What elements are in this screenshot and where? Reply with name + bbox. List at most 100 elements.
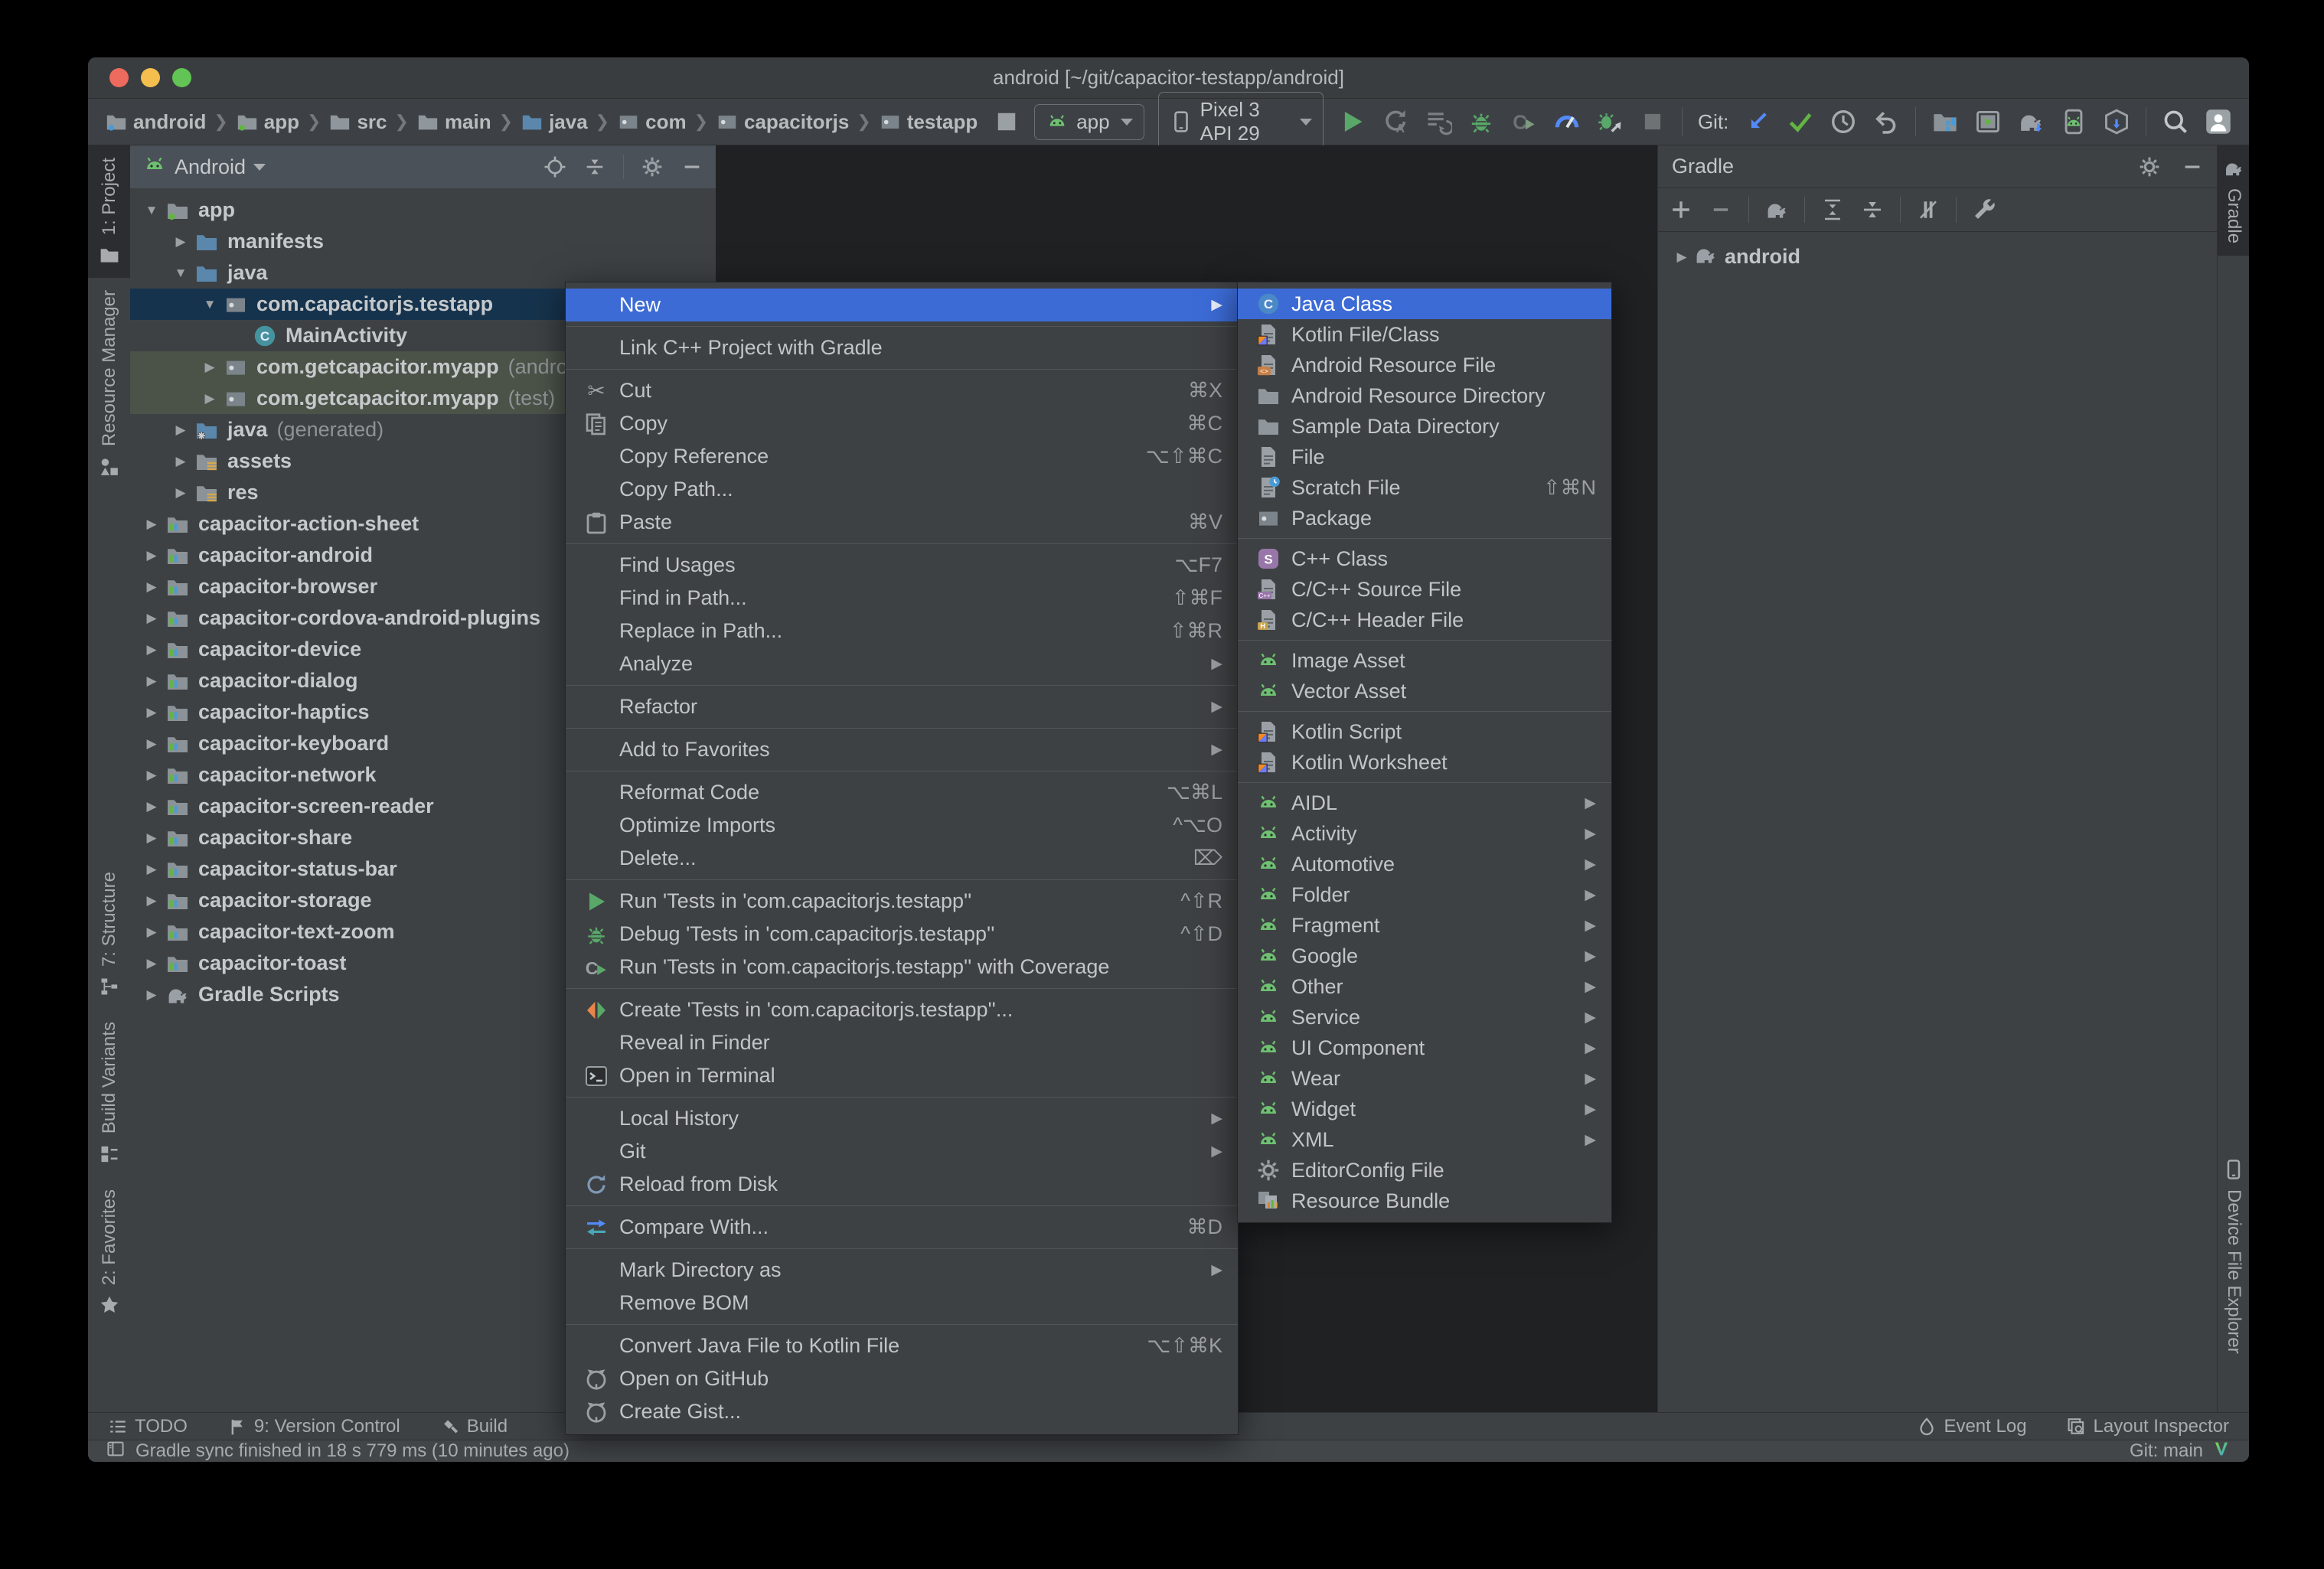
menu-item-java-class[interactable]: C Java Class	[1238, 289, 1611, 319]
expand-all-icon[interactable]	[1820, 197, 1845, 222]
gear-icon[interactable]	[2138, 155, 2161, 178]
tree-toggle-icon[interactable]: ▶	[138, 642, 165, 657]
lightning-icon[interactable]	[993, 108, 1020, 135]
menu-item-copy-reference[interactable]: Copy Reference ⌥⇧⌘C	[566, 440, 1238, 473]
menu-item-copy-path[interactable]: Copy Path...	[566, 473, 1238, 506]
apply-changes-icon[interactable]: A	[1382, 108, 1409, 135]
menu-item-reveal-in-finder[interactable]: Reveal in Finder	[566, 1026, 1238, 1059]
tree-toggle-icon[interactable]: ▶	[167, 234, 194, 250]
tool-window-button-resource-manager[interactable]: Resource Manager	[88, 278, 130, 489]
menu-item-delete[interactable]: Delete... ⌦	[566, 842, 1238, 875]
menu-item-google[interactable]: Google ▶	[1238, 941, 1611, 971]
menu-item-resource-bundle[interactable]: Resource Bundle	[1238, 1186, 1611, 1216]
menu-item-copy[interactable]: Copy ⌘C	[566, 407, 1238, 440]
menu-item-run-tests-in-com-capacitorjs-testapp[interactable]: Run 'Tests in 'com.capacitorjs.testapp''…	[566, 885, 1238, 918]
menu-item-open-in-terminal[interactable]: Open in Terminal	[566, 1059, 1238, 1092]
tool-window-button-device-file-explorer[interactable]: Device File Explorer	[2218, 1147, 2249, 1366]
menu-item-open-on-github[interactable]: Open on GitHub	[566, 1362, 1238, 1395]
breadcrumb-capacitorjs[interactable]: capacitorjs	[716, 110, 849, 134]
tree-toggle-icon[interactable]: ▶	[167, 422, 194, 438]
breadcrumb-main[interactable]: main	[416, 110, 491, 134]
menu-item-c-class[interactable]: S C++ Class	[1238, 543, 1611, 574]
menu-item-remove-bom[interactable]: Remove BOM	[566, 1287, 1238, 1319]
bottom-bar-event-log[interactable]: Event Log	[1917, 1416, 2027, 1437]
menu-item-automotive[interactable]: Automotive ▶	[1238, 849, 1611, 879]
menu-item-c-c-source-file[interactable]: C++ C/C++ Source File	[1238, 574, 1611, 605]
tree-toggle-icon[interactable]: ▶	[138, 893, 165, 908]
menu-item-cut[interactable]: ✂ Cut ⌘X	[566, 374, 1238, 407]
menu-item-activity[interactable]: Activity ▶	[1238, 818, 1611, 849]
tool-windows-icon[interactable]	[106, 1440, 125, 1463]
toggle-offline-icon[interactable]	[1916, 197, 1940, 222]
menu-item-other[interactable]: Other ▶	[1238, 971, 1611, 1002]
menu-item-compare-with[interactable]: Compare With... ⌘D	[566, 1211, 1238, 1244]
tree-toggle-icon[interactable]: ▼	[167, 266, 194, 281]
tool-window-button-build-variants[interactable]: Build Variants	[88, 1010, 130, 1176]
debug-icon[interactable]	[1467, 108, 1495, 135]
tree-toggle-icon[interactable]: ▶	[138, 830, 165, 846]
menu-item-find-in-path[interactable]: Find in Path... ⇧⌘F	[566, 582, 1238, 615]
menu-item-optimize-imports[interactable]: Optimize Imports ^⌥O	[566, 809, 1238, 842]
tree-toggle-icon[interactable]: ▶	[138, 987, 165, 1003]
breadcrumb-android[interactable]: android	[105, 110, 206, 134]
sdk-manager-icon[interactable]	[2103, 108, 2130, 135]
run-icon[interactable]	[1339, 108, 1366, 135]
menu-item-ui-component[interactable]: UI Component ▶	[1238, 1032, 1611, 1063]
gradle-sync-icon[interactable]	[2017, 108, 2045, 135]
tool-window-button-7-structure[interactable]: 7: Structure	[88, 860, 130, 1010]
menu-item-mark-directory-as[interactable]: Mark Directory as ▶	[566, 1254, 1238, 1287]
minimize-icon[interactable]	[2181, 155, 2204, 178]
menu-item-kotlin-script[interactable]: Kotlin Script	[1238, 716, 1611, 747]
menu-item-xml[interactable]: XML ▶	[1238, 1124, 1611, 1155]
git-branch-widget[interactable]: Git: main	[2130, 1440, 2203, 1462]
menu-item-add-to-favorites[interactable]: Add to Favorites ▶	[566, 733, 1238, 766]
menu-item-paste[interactable]: Paste ⌘V	[566, 506, 1238, 539]
tree-toggle-icon[interactable]: ▶	[138, 925, 165, 940]
tool-window-button-2-favorites[interactable]: 2: Favorites	[88, 1177, 130, 1328]
menu-item-fragment[interactable]: Fragment ▶	[1238, 910, 1611, 941]
bottom-bar-build[interactable]: Build	[440, 1416, 508, 1437]
add-icon[interactable]	[1669, 197, 1693, 222]
tree-toggle-icon[interactable]: ▶	[138, 611, 165, 626]
tree-toggle-icon[interactable]: ▶	[138, 956, 165, 971]
chevron-right-icon[interactable]: ▶	[1670, 250, 1693, 265]
menu-item-reload-from-disk[interactable]: Reload from Disk	[566, 1168, 1238, 1201]
chevron-down-icon[interactable]	[253, 163, 266, 171]
git-history-icon[interactable]	[1829, 108, 1857, 135]
running-devices-icon[interactable]	[1974, 108, 2002, 135]
menu-item-create-gist[interactable]: Create Gist...	[566, 1395, 1238, 1428]
avd-manager-icon[interactable]	[2060, 108, 2087, 135]
menu-item-folder[interactable]: Folder ▶	[1238, 879, 1611, 910]
collapse-panel-icon[interactable]	[1860, 197, 1885, 222]
menu-item-git[interactable]: Git ▶	[566, 1135, 1238, 1168]
apply-code-changes-icon[interactable]	[1425, 108, 1453, 135]
avatar-icon[interactable]	[2205, 108, 2232, 135]
menu-item-link-c-project-with-gradle[interactable]: Link C++ Project with Gradle	[566, 331, 1238, 364]
tree-toggle-icon[interactable]: ▶	[138, 517, 165, 532]
menu-item-find-usages[interactable]: Find Usages ⌥F7	[566, 549, 1238, 582]
gear-icon[interactable]	[641, 155, 664, 178]
menu-item-debug-tests-in-com-capacitorjs-testapp[interactable]: Debug 'Tests in 'com.capacitorjs.testapp…	[566, 918, 1238, 951]
bottom-bar-layout-inspector[interactable]: Layout Inspector	[2067, 1416, 2229, 1437]
menu-item-aidl[interactable]: AIDL ▶	[1238, 788, 1611, 818]
menu-item-file[interactable]: File	[1238, 442, 1611, 472]
tool-window-button-gradle[interactable]: Gradle	[2218, 145, 2249, 256]
breadcrumb-com[interactable]: com	[617, 110, 687, 134]
menu-item-c-c-header-file[interactable]: H C/C++ Header File	[1238, 605, 1611, 635]
menu-item-kotlin-worksheet[interactable]: Kotlin Worksheet	[1238, 747, 1611, 778]
run-configuration-select[interactable]: app	[1034, 103, 1144, 140]
tree-toggle-icon[interactable]: ▶	[138, 736, 165, 752]
menu-item-service[interactable]: Service ▶	[1238, 1002, 1611, 1032]
tree-toggle-icon[interactable]: ▼	[138, 203, 165, 218]
git-rollback-icon[interactable]	[1872, 108, 1900, 135]
tree-item-manifests[interactable]: ▶ manifests	[130, 226, 716, 257]
menu-item-package[interactable]: Package	[1238, 503, 1611, 533]
menu-item-scratch-file[interactable]: Scratch File ⇧⌘N	[1238, 472, 1611, 503]
minimize-icon[interactable]	[681, 155, 703, 178]
menu-item-reformat-code[interactable]: Reformat Code ⌥⌘L	[566, 776, 1238, 809]
menu-item-analyze[interactable]: Analyze ▶	[566, 647, 1238, 680]
tree-toggle-icon[interactable]: ▶	[167, 485, 194, 501]
menu-item-android-resource-file[interactable]: <> Android Resource File	[1238, 350, 1611, 380]
tree-toggle-icon[interactable]: ▶	[196, 391, 224, 406]
breadcrumb-app[interactable]: app	[236, 110, 299, 134]
